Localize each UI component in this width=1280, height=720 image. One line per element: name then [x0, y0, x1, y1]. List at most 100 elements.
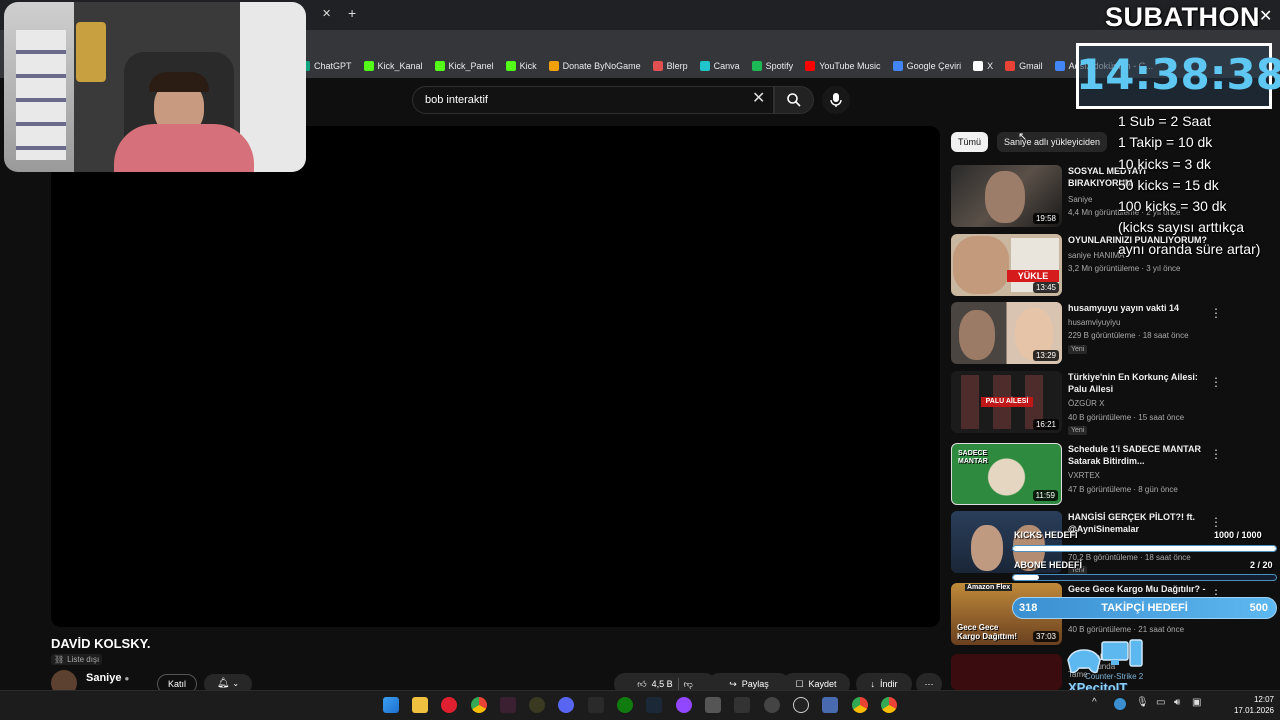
- more-options-icon[interactable]: ⋮: [1210, 306, 1222, 320]
- download-icon: ↓: [870, 679, 875, 689]
- volume-icon[interactable]: 🔊︎: [1174, 697, 1180, 708]
- recommendation-item[interactable]: HANGİSİ GERÇEK PİLOT?! ft. @AyniSinemala…: [951, 511, 1251, 575]
- discord-icon[interactable]: [558, 697, 574, 713]
- bookmark-item[interactable]: ChatGPT: [300, 61, 352, 71]
- app-icon[interactable]: [500, 697, 516, 713]
- search-input[interactable]: bob interaktif: [412, 86, 774, 114]
- more-options-icon[interactable]: ⋮: [1210, 515, 1222, 529]
- bookmark-favicon-icon: [652, 61, 663, 71]
- channel-name[interactable]: Saniye ●: [86, 672, 129, 684]
- bookmark-favicon-icon: [892, 61, 903, 71]
- more-options-icon[interactable]: ⋮: [1210, 375, 1222, 389]
- save-icon: ☐: [795, 678, 804, 689]
- recommendation-channel[interactable]: Saniye: [1068, 195, 1092, 204]
- bookmark-item[interactable]: Gmail: [1005, 61, 1043, 71]
- subathon-rule: 100 kicks = 30 dk: [1118, 198, 1227, 214]
- follow-goal-label: TAKİPÇİ HEDEFİ: [1101, 602, 1188, 614]
- file-explorer-icon[interactable]: [412, 697, 428, 713]
- bookmark-item[interactable]: Kick_Panel: [434, 61, 494, 71]
- recommendation-channel[interactable]: saniye HANIMA: [1068, 251, 1124, 260]
- like-count[interactable]: 4,5 B: [652, 679, 673, 689]
- media-app-icon[interactable]: [441, 697, 457, 713]
- close-tab-icon[interactable]: ✕: [322, 7, 331, 20]
- microphone-tray-icon[interactable]: 🎙︎: [1136, 697, 1149, 708]
- video-player[interactable]: [51, 126, 940, 627]
- tray-app-icon[interactable]: [1114, 698, 1126, 710]
- thumbnail-caption: SADECE MANTAR: [958, 450, 988, 465]
- battery-icon[interactable]: ▣: [1192, 697, 1201, 708]
- steam-icon[interactable]: [646, 697, 662, 713]
- clear-search-icon[interactable]: ✕: [752, 90, 766, 108]
- bookmark-label: YouTube Music: [819, 61, 881, 71]
- recommendation-thumbnail[interactable]: YÜKLE 13:45: [951, 234, 1062, 296]
- recommendation-item[interactable]: 19:58 SOSYAL MEDYAYI BIRAKIYORUM Saniye …: [951, 165, 1251, 227]
- epic-games-icon[interactable]: [588, 697, 604, 713]
- recommendation-title[interactable]: husamyuyu yayın vakti 14: [1068, 302, 1208, 314]
- app-icon[interactable]: [705, 697, 721, 713]
- bookmark-item[interactable]: Kick_Kanal: [363, 61, 423, 71]
- bookmark-label: Spotify: [765, 61, 794, 71]
- unreal-icon[interactable]: [793, 697, 809, 713]
- thumbnail-face: [959, 310, 995, 360]
- chrome-icon[interactable]: [881, 697, 897, 713]
- brand-logo-graphic: [1066, 638, 1146, 678]
- chrome-icon[interactable]: [471, 697, 487, 713]
- chrome-icon[interactable]: [852, 697, 868, 713]
- recommendation-item[interactable]: PALU AİLESİ 16:21 Türkiye'nin En Korkunç…: [951, 371, 1251, 435]
- recommendation-item[interactable]: 13:29 husamyuyu yayın vakti 14 ⋮ husamvi…: [951, 302, 1251, 364]
- network-icon[interactable]: ▭: [1156, 697, 1165, 708]
- recommendation-title[interactable]: Schedule 1'i SADECE MANTAR Satarak Bitir…: [1068, 443, 1208, 467]
- bookmark-item[interactable]: YouTube Music: [805, 61, 881, 71]
- recommendation-thumbnail[interactable]: 19:58: [951, 165, 1062, 227]
- recommendation-title[interactable]: Türkiye'nin En Korkunç Ailesi: Palu Aile…: [1068, 371, 1208, 395]
- kicks-goal-target: 1000: [1241, 530, 1262, 540]
- bookmark-item[interactable]: Kick: [505, 61, 537, 71]
- recommendation-item[interactable]: SADECE MANTAR 11:59 Schedule 1'i SADECE …: [951, 443, 1251, 505]
- obs-icon[interactable]: [764, 697, 780, 713]
- twitch-icon[interactable]: [676, 697, 692, 713]
- sub-goal-fill: [1013, 575, 1040, 580]
- new-tab-icon[interactable]: +: [348, 5, 356, 21]
- app-icon[interactable]: [734, 697, 750, 713]
- xbox-icon[interactable]: [617, 697, 633, 713]
- recommendation-channel[interactable]: husamviyuyiyu: [1068, 318, 1120, 327]
- voice-search-button[interactable]: [822, 86, 850, 114]
- windows-start-icon[interactable]: [383, 697, 399, 713]
- sub-goal-progress: 2 / 20: [1250, 560, 1273, 570]
- channel-name-text[interactable]: Saniye: [86, 672, 121, 684]
- kicks-goal-progress: 1000 / 1000: [1214, 530, 1262, 540]
- bookmark-item[interactable]: Blerp: [652, 61, 688, 71]
- bookmark-favicon-icon: [751, 61, 762, 71]
- more-options-icon[interactable]: ⋮: [1210, 447, 1222, 461]
- recommendation-thumbnail[interactable]: 13:29: [951, 302, 1062, 364]
- webcam-person-shirt: [114, 124, 254, 172]
- visibility-label: Liste dışı: [67, 655, 100, 664]
- dislike-icon[interactable]: 👎︎: [684, 679, 693, 690]
- recommendation-channel[interactable]: ÖZGÜR X: [1068, 399, 1104, 408]
- bookmark-item[interactable]: Google Çeviri: [892, 61, 961, 71]
- like-divider: [677, 678, 679, 690]
- recommendation-thumbnail[interactable]: SADECE MANTAR 11:59: [951, 443, 1062, 505]
- recommendation-meta: 70,2 B görüntüleme · 18 saat önce: [1068, 553, 1191, 562]
- search-button[interactable]: [774, 86, 814, 114]
- recommendation-thumbnail[interactable]: [951, 654, 1062, 690]
- tray-chevron-icon[interactable]: ^: [1092, 697, 1097, 708]
- share-icon: ↪: [729, 678, 737, 689]
- bookmark-item[interactable]: Canva: [699, 61, 740, 71]
- bookmark-item[interactable]: Donate ByNoGame: [548, 61, 641, 71]
- bookmark-favicon-icon: [699, 61, 710, 71]
- recommendation-title[interactable]: Gece Gece Kargo Mu Dağıtılır? -: [1068, 583, 1208, 595]
- bookmark-item[interactable]: X: [973, 61, 993, 71]
- recommendation-channel[interactable]: VXRTEX: [1068, 471, 1100, 480]
- app-icon[interactable]: [529, 697, 545, 713]
- filter-chip-all[interactable]: Tümü: [951, 132, 989, 152]
- app-icon[interactable]: [822, 697, 838, 713]
- bookmark-favicon-icon: [1054, 61, 1065, 71]
- recommendation-title[interactable]: HANGİSİ GERÇEK PİLOT?! ft. @AyniSinemala…: [1068, 511, 1208, 535]
- bookmark-item[interactable]: Spotify: [751, 61, 794, 71]
- recommendation-thumbnail[interactable]: PALU AİLESİ 16:21: [951, 371, 1062, 433]
- taskbar-clock[interactable]: 12:07 17.01.2026: [1222, 694, 1274, 716]
- filter-chip-uploader[interactable]: Saniye adlı yükleyiciden: [997, 132, 1108, 152]
- close-icon[interactable]: ✕: [1259, 6, 1272, 26]
- like-icon[interactable]: 👍︎: [637, 679, 646, 690]
